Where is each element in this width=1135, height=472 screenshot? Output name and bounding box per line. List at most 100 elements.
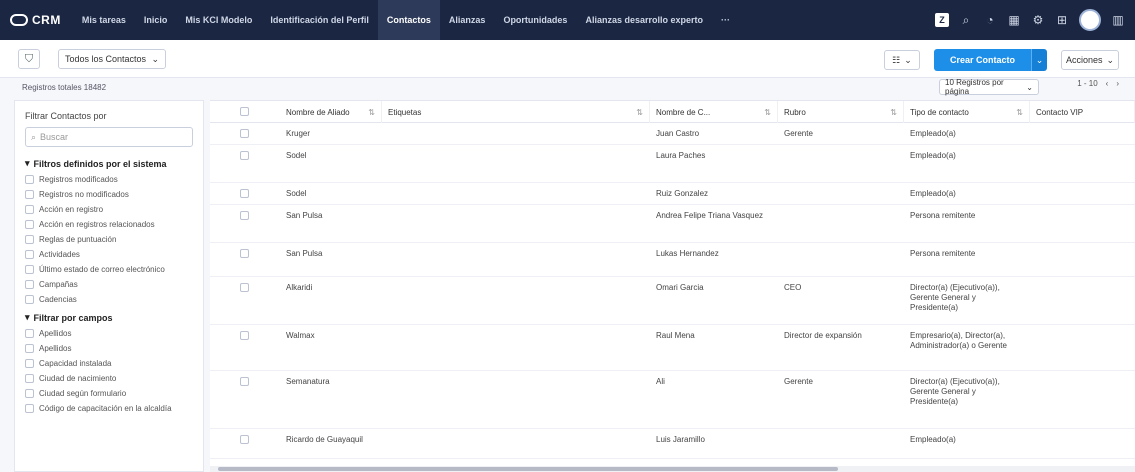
- cell-contacto[interactable]: Laura Paches: [650, 151, 770, 161]
- cell-contacto[interactable]: Raul Mena: [650, 331, 770, 341]
- row-checkbox[interactable]: [240, 249, 249, 258]
- filter-checkbox[interactable]: [25, 235, 34, 244]
- cell-aliado[interactable]: Sodel: [280, 151, 374, 161]
- grid-icon[interactable]: ⊞: [1055, 13, 1069, 27]
- filter-checkbox[interactable]: [25, 295, 34, 304]
- nav-tab-identificaci-n-del-perfil[interactable]: Identificación del Perfil: [261, 0, 378, 40]
- filter-checkbox[interactable]: [25, 344, 34, 353]
- actions-button[interactable]: Acciones ⌄: [1061, 50, 1119, 70]
- filter-checkbox[interactable]: [25, 175, 34, 184]
- row-checkbox[interactable]: [240, 129, 249, 138]
- create-options-button[interactable]: ⌄: [1031, 49, 1047, 71]
- table-row[interactable]: Ricardo de Guayaquil Luis Jaramillo Emplea…: [210, 429, 1135, 459]
- view-mode-button[interactable]: ☷ ⌄: [883, 50, 920, 70]
- system-filter-item[interactable]: Campañas: [15, 277, 203, 292]
- table-row[interactable]: Sodel Ruiz Gonzalez Empleado(a): [210, 183, 1135, 205]
- cell-contacto[interactable]: Lukas Hernandez: [650, 249, 770, 259]
- filter-checkbox[interactable]: [25, 250, 34, 259]
- filter-checkbox[interactable]: [25, 190, 34, 199]
- row-checkbox[interactable]: [240, 331, 249, 340]
- column-header[interactable]: Rubro ⇅: [778, 101, 904, 123]
- cell-aliado[interactable]: Semanatura: [280, 377, 374, 387]
- system-filter-item[interactable]: Reglas de puntuación: [15, 232, 203, 247]
- nav-tab-inicio[interactable]: Inicio: [135, 0, 177, 40]
- cell-aliado[interactable]: San Pulsa: [280, 249, 374, 259]
- settings-icon[interactable]: ⚙: [1031, 13, 1045, 27]
- field-filters-header[interactable]: ▾ Filtrar por campos: [15, 307, 203, 326]
- custom-view-select[interactable]: Todos los Contactos ⌄: [58, 49, 166, 69]
- field-filter-item[interactable]: Ciudad según formulario: [15, 386, 203, 401]
- cell-contacto[interactable]: Juan Castro: [650, 129, 770, 139]
- table-row[interactable]: Kruger Juan Castro Gerente Empleado(a): [210, 123, 1135, 145]
- apps-icon[interactable]: Z: [935, 13, 949, 27]
- crm-logo[interactable]: CRM: [0, 0, 73, 40]
- filter-checkbox[interactable]: [25, 220, 34, 229]
- bell-icon[interactable]: ◔: [983, 13, 997, 27]
- nav-tab-alianzas[interactable]: Alianzas: [440, 0, 495, 40]
- column-header[interactable]: Nombre de C... ⇅: [650, 101, 778, 123]
- nav-tab-mis-kci-modelo[interactable]: Mis KCI Modelo: [176, 0, 261, 40]
- field-filter-item[interactable]: Capacidad instalada: [15, 356, 203, 371]
- filter-checkbox[interactable]: [25, 374, 34, 383]
- nav-tab-alianzas-desarrollo-experto[interactable]: Alianzas desarrollo experto: [576, 0, 712, 40]
- cell-aliado[interactable]: Ricardo de Guayaquil: [280, 435, 374, 445]
- column-header[interactable]: Nombre de Aliado ⇅: [280, 101, 382, 123]
- field-filter-item[interactable]: Apellidos: [15, 341, 203, 356]
- table-row[interactable]: Semanatura Ali Gerente Director(a) (Ejecuti…: [210, 371, 1135, 429]
- system-filter-item[interactable]: Acción en registro: [15, 202, 203, 217]
- create-contact-button[interactable]: Crear Contacto: [933, 49, 1031, 71]
- row-checkbox[interactable]: [240, 151, 249, 160]
- row-checkbox[interactable]: [240, 283, 249, 292]
- row-checkbox[interactable]: [240, 435, 249, 444]
- nav-tab-contactos[interactable]: Contactos: [377, 0, 440, 40]
- column-sort-icon[interactable]: ⇅: [1016, 108, 1023, 117]
- cell-aliado[interactable]: Alkaridi: [280, 283, 374, 293]
- calendar-icon[interactable]: ▦: [1007, 13, 1021, 27]
- column-header[interactable]: Tipo de contacto ⇅: [904, 101, 1030, 123]
- column-sort-icon[interactable]: ⇅: [890, 108, 897, 117]
- system-filter-item[interactable]: Actividades: [15, 247, 203, 262]
- column-header[interactable]: Contacto VIP: [1030, 101, 1135, 123]
- records-per-page-select[interactable]: 10 Registros por página ⌄: [939, 78, 1039, 96]
- filter-checkbox[interactable]: [25, 280, 34, 289]
- nav-more-tabs[interactable]: ···: [712, 0, 739, 40]
- table-row[interactable]: Sodel Laura Paches Empleado(a): [210, 145, 1135, 183]
- cell-contacto[interactable]: Ruiz Gonzalez: [650, 189, 770, 199]
- table-row[interactable]: San Pulsa Lukas Hernandez Persona remitent…: [210, 243, 1135, 277]
- column-sort-icon[interactable]: ⇅: [764, 108, 771, 117]
- user-avatar[interactable]: [1079, 9, 1101, 31]
- nav-tab-mis-tareas[interactable]: Mis tareas: [73, 0, 135, 40]
- cell-contacto[interactable]: Omari Garcia: [650, 283, 770, 293]
- column-header[interactable]: Etiquetas ⇅: [382, 101, 650, 123]
- previous-page-icon[interactable]: ‹: [1106, 79, 1109, 88]
- cell-aliado[interactable]: Walmax: [280, 331, 374, 341]
- system-filter-item[interactable]: Cadencias: [15, 292, 203, 307]
- field-filter-item[interactable]: Código de capacitación en la alcaldía: [15, 401, 203, 416]
- cell-aliado[interactable]: San Pulsa: [280, 211, 374, 221]
- scrollbar-thumb[interactable]: [218, 467, 838, 471]
- table-row[interactable]: Alkaridi Omari Garcia CEO Director(a) (Ejec…: [210, 277, 1135, 325]
- field-filter-item[interactable]: Ciudad de nacimiento: [15, 371, 203, 386]
- system-filters-header[interactable]: ▾ Filtros definidos por el sistema: [15, 153, 203, 172]
- filter-toggle-button[interactable]: ⛉: [18, 49, 40, 69]
- cell-contacto[interactable]: Ali: [650, 377, 770, 387]
- system-filter-item[interactable]: Registros no modificados: [15, 187, 203, 202]
- sidebar-toggle-icon[interactable]: ▥: [1111, 13, 1125, 27]
- filter-search-input[interactable]: ⌕ Buscar: [25, 127, 193, 147]
- cell-aliado[interactable]: Sodel: [280, 189, 374, 199]
- cell-contacto[interactable]: Andrea Felipe Triana Vasquez: [650, 211, 770, 221]
- row-checkbox[interactable]: [240, 189, 249, 198]
- column-sort-icon[interactable]: ⇅: [368, 108, 375, 117]
- filter-checkbox[interactable]: [25, 329, 34, 338]
- table-row[interactable]: Walmax Raul Mena Director de expansión Empr…: [210, 325, 1135, 371]
- filter-checkbox[interactable]: [25, 205, 34, 214]
- cell-aliado[interactable]: Kruger: [280, 129, 374, 139]
- horizontal-scrollbar[interactable]: [210, 466, 1135, 472]
- nav-tab-oportunidades[interactable]: Oportunidades: [494, 0, 576, 40]
- filter-checkbox[interactable]: [25, 404, 34, 413]
- row-checkbox[interactable]: [240, 211, 249, 220]
- column-sort-icon[interactable]: ⇅: [636, 108, 643, 117]
- cell-contacto[interactable]: Luis Jaramillo: [650, 435, 770, 445]
- next-page-icon[interactable]: ›: [1116, 79, 1119, 88]
- system-filter-item[interactable]: Último estado de correo electrónico: [15, 262, 203, 277]
